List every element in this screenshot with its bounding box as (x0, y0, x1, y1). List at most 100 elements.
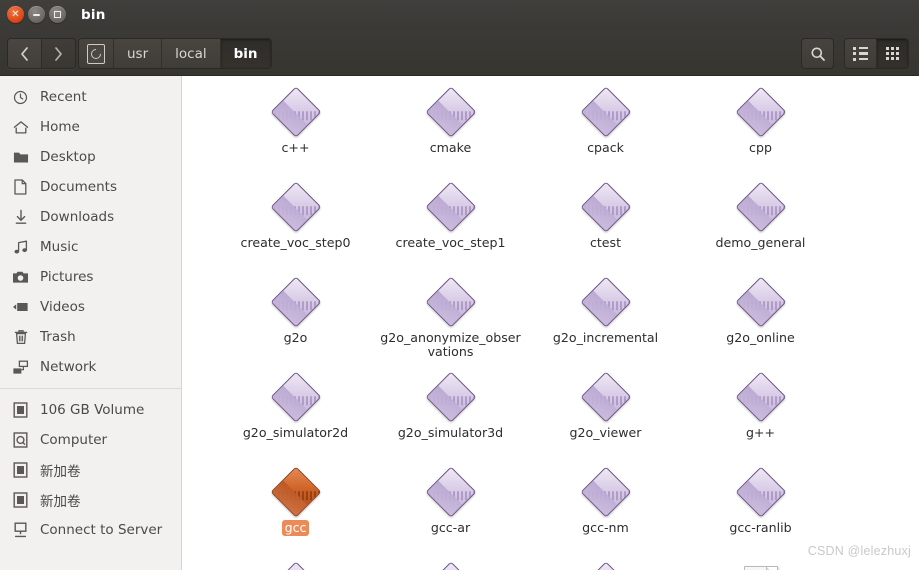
icon-wrap (580, 371, 631, 423)
icon-wrap (580, 181, 631, 233)
sidebar-item-label: Music (40, 239, 79, 255)
file-item[interactable]: create_voc_step1 (373, 181, 528, 276)
file-item[interactable]: create_voc_step0 (218, 181, 373, 276)
file-item-selected[interactable]: gcc (218, 466, 373, 561)
icon-wrap (425, 466, 476, 518)
file-grid-area[interactable]: c++ cmake cpack cpp create_voc_step0 cre… (182, 76, 919, 570)
icon-wrap (425, 181, 476, 233)
window-controls: ✕ (7, 6, 66, 23)
file-name: cmake (429, 140, 472, 155)
breadcrumb: usr local bin (78, 38, 272, 69)
executable-icon (580, 561, 631, 570)
icon-wrap (270, 466, 321, 518)
file-item[interactable]: g2o_viewer (528, 371, 683, 466)
file-name: g2o_anonymize_observations (380, 330, 521, 359)
file-item[interactable]: g++ (683, 371, 838, 466)
list-view-button[interactable] (845, 39, 877, 68)
file-item[interactable]: ctest (528, 181, 683, 276)
file-item[interactable]: demo_general (683, 181, 838, 276)
file-name: c++ (281, 140, 310, 155)
file-item[interactable]: g2o_online (683, 276, 838, 371)
icon-wrap (735, 181, 786, 233)
file-item[interactable]: gcc-ar (373, 466, 528, 561)
sidebar-item-106-gb-volume[interactable]: 106 GB Volume (0, 395, 181, 425)
music-icon (12, 239, 29, 256)
file-item[interactable] (683, 561, 838, 570)
sidebar-item-home[interactable]: Home (0, 112, 181, 142)
video-icon (12, 299, 29, 316)
file-item[interactable]: g2o_simulator3d (373, 371, 528, 466)
file-item[interactable]: cpp (683, 86, 838, 181)
sidebar-item-connect-to-server[interactable]: Connect to Server (0, 515, 181, 545)
icon-wrap (425, 86, 476, 138)
close-icon: ✕ (11, 8, 20, 20)
sidebar-item-recent[interactable]: Recent (0, 82, 181, 112)
file-name: create_voc_step0 (240, 235, 351, 250)
network-icon (12, 359, 29, 376)
executable-icon (425, 371, 476, 423)
file-name: g2o (283, 330, 308, 345)
file-item[interactable]: g2o (218, 276, 373, 371)
file-name: gcc-ar (430, 520, 471, 535)
search-icon (811, 47, 825, 61)
sidebar-item-desktop[interactable]: Desktop (0, 142, 181, 172)
file-item[interactable]: c++ (218, 86, 373, 181)
file-name: ctest (589, 235, 622, 250)
sidebar-item-volume-1[interactable]: 新加卷 (0, 455, 181, 485)
search-button[interactable] (801, 38, 834, 69)
file-name: g2o_online (726, 330, 795, 345)
file-item[interactable] (218, 561, 373, 570)
toolbar-actions (801, 38, 909, 69)
file-item[interactable]: cmake (373, 86, 528, 181)
file-item[interactable] (528, 561, 683, 570)
executable-icon (735, 371, 786, 423)
icon-wrap (580, 276, 631, 328)
file-item[interactable]: g2o_simulator2d (218, 371, 373, 466)
icon-wrap (735, 371, 786, 423)
sidebar-item-computer[interactable]: Computer (0, 425, 181, 455)
file-name: gcc-ranlib (729, 520, 792, 535)
sidebar-item-documents[interactable]: Documents (0, 172, 181, 202)
sidebar-item-videos[interactable]: Videos (0, 292, 181, 322)
file-item[interactable]: cpack (528, 86, 683, 181)
file-item[interactable]: g2o_incremental (528, 276, 683, 371)
minimize-button[interactable] (28, 6, 45, 23)
breadcrumb-item-local[interactable]: local (162, 39, 221, 68)
forward-button[interactable] (41, 39, 75, 68)
icon-wrap (737, 563, 785, 570)
executable-icon (735, 86, 786, 138)
icon-wrap (580, 86, 631, 138)
sidebar-item-label: Documents (40, 179, 117, 195)
breadcrumb-item-usr[interactable]: usr (114, 39, 163, 68)
file-item[interactable]: g2o_anonymize_observations (373, 276, 528, 371)
folder-icon (12, 149, 29, 166)
source-document-icon (743, 566, 778, 570)
sidebar-item-music[interactable]: Music (0, 232, 181, 262)
icon-wrap (580, 466, 631, 518)
breadcrumb-item-bin[interactable]: bin (220, 39, 271, 68)
file-item[interactable]: gcc-nm (528, 466, 683, 561)
sidebar-item-volume-2[interactable]: 新加卷 (0, 485, 181, 515)
close-button[interactable]: ✕ (7, 6, 24, 23)
sidebar-item-label: Home (40, 119, 80, 135)
executable-icon (270, 371, 321, 423)
executable-icon (425, 466, 476, 518)
executable-icon (270, 276, 321, 328)
sidebar-item-downloads[interactable]: Downloads (0, 202, 181, 232)
clock-icon (12, 89, 29, 106)
grid-view-button[interactable] (877, 39, 908, 68)
file-item[interactable]: gcc-ranlib (683, 466, 838, 561)
sidebar-item-trash[interactable]: Trash (0, 322, 181, 352)
file-item[interactable] (373, 561, 528, 570)
executable-icon (425, 276, 476, 328)
sidebar-item-network[interactable]: Network (0, 352, 181, 382)
back-button[interactable] (8, 39, 41, 68)
chevron-left-icon (21, 46, 28, 61)
sidebar-item-label: Videos (40, 299, 85, 315)
breadcrumb-item-device[interactable] (79, 39, 114, 68)
sidebar-item-pictures[interactable]: Pictures (0, 262, 181, 292)
file-name: g2o_incremental (552, 330, 659, 345)
toolbar: usr local bin (0, 29, 919, 76)
sidebar-item-label: 106 GB Volume (40, 402, 145, 418)
maximize-button[interactable] (49, 6, 66, 23)
